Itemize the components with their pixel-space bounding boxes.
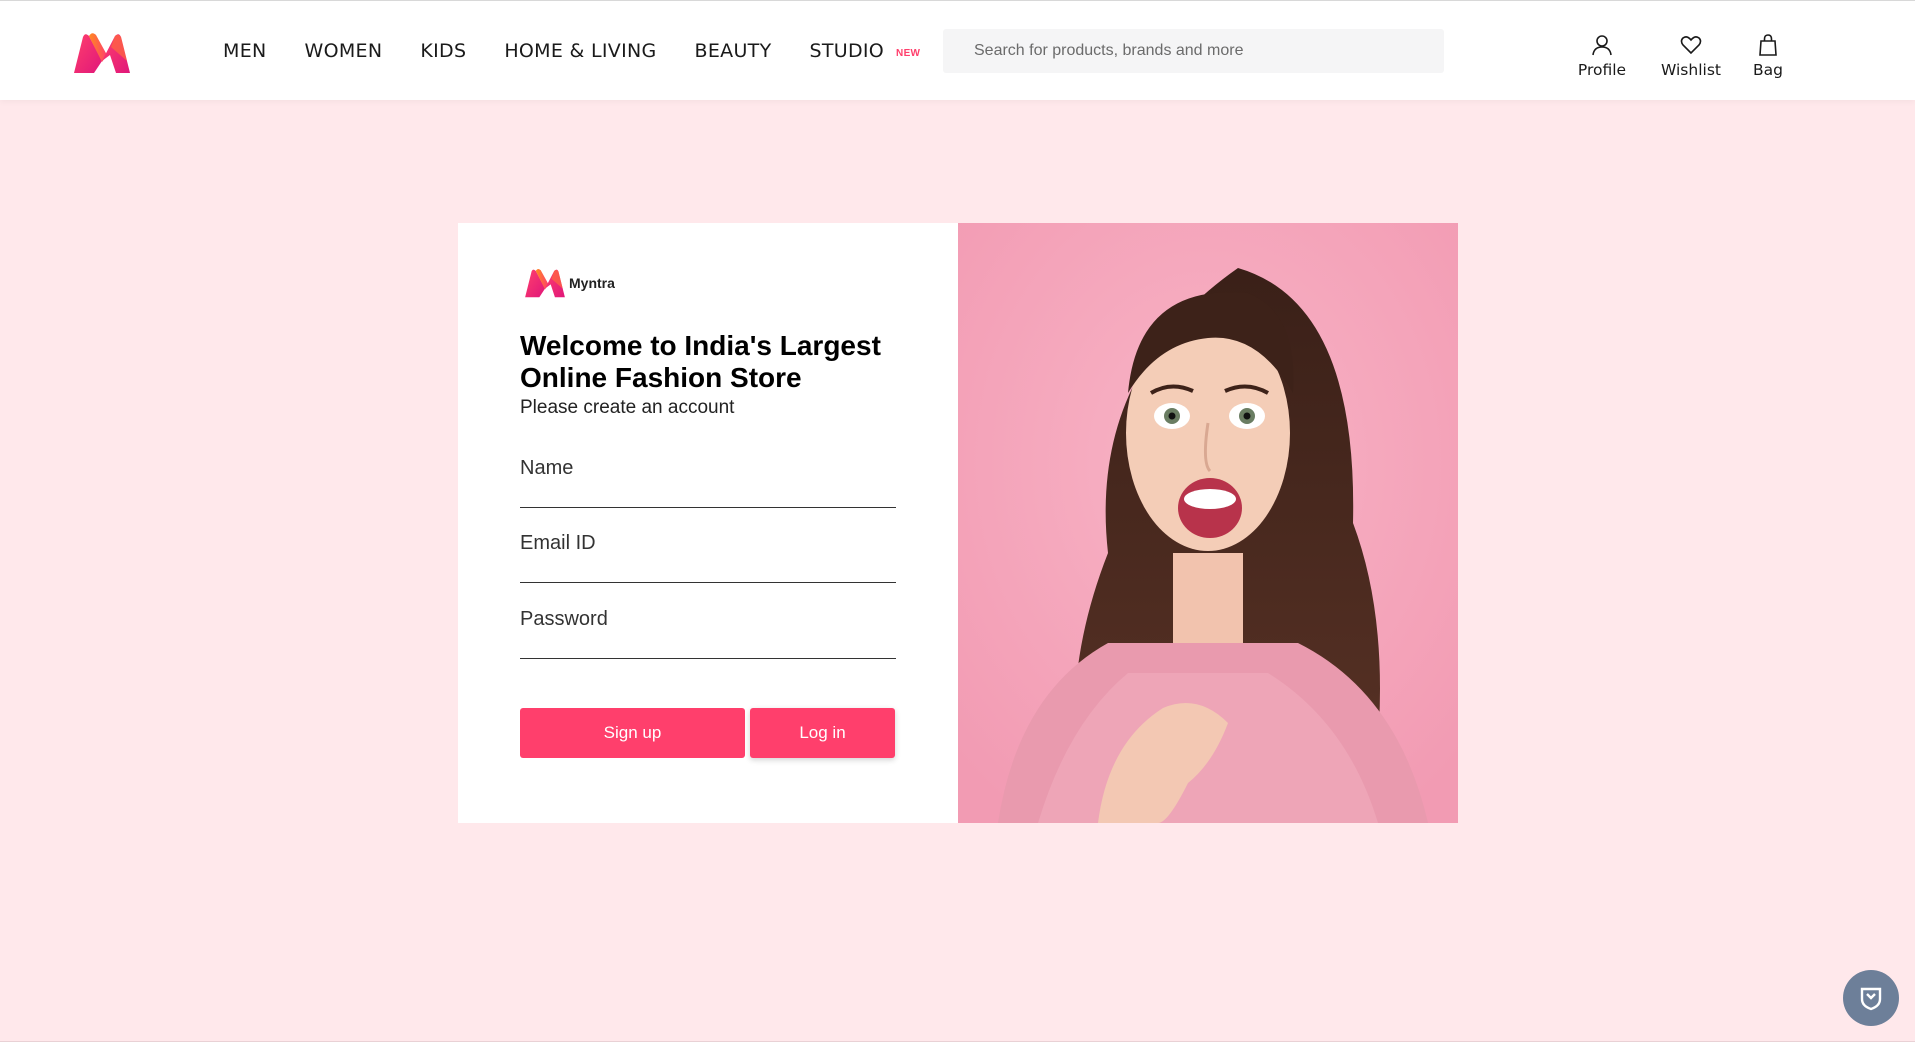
brand-name: Myntra <box>569 275 615 291</box>
nav-women[interactable]: WOMEN <box>305 40 383 62</box>
site-header: MEN WOMEN KIDS HOME & LIVING BEAUTY STUD… <box>0 1 1915 100</box>
page-subtitle: Please create an account <box>520 397 735 418</box>
new-badge: NEW <box>896 47 921 59</box>
security-widget-button[interactable] <box>1843 970 1899 1026</box>
profile-button[interactable]: Profile <box>1572 33 1632 79</box>
name-field <box>520 448 896 508</box>
page-title: Welcome to India's Largest Online Fashio… <box>520 330 881 393</box>
nav-kids[interactable]: KIDS <box>420 40 466 62</box>
search-box <box>943 29 1444 73</box>
password-input[interactable] <box>520 599 896 639</box>
name-input[interactable] <box>520 448 896 488</box>
profile-label: Profile <box>1577 61 1627 79</box>
signup-form-panel: Myntra Welcome to India's Largest Online… <box>458 223 958 823</box>
brand: Myntra <box>523 267 615 299</box>
signup-card: Myntra Welcome to India's Largest Online… <box>458 223 1458 823</box>
bag-button[interactable]: Bag <box>1745 33 1791 79</box>
excited-woman-illustration <box>958 223 1458 823</box>
signup-button[interactable]: Sign up <box>520 708 745 758</box>
email-field <box>520 523 896 583</box>
nav-beauty[interactable]: BEAUTY <box>695 40 772 62</box>
heart-icon <box>1680 36 1702 55</box>
wishlist-label: Wishlist <box>1661 61 1721 79</box>
main-nav: MEN WOMEN KIDS HOME & LIVING BEAUTY STUD… <box>223 1 920 100</box>
nav-home-living[interactable]: HOME & LIVING <box>504 40 656 62</box>
user-icon <box>1592 35 1612 56</box>
nav-studio-label: STUDIO <box>809 39 885 62</box>
nav-men[interactable]: MEN <box>223 40 267 62</box>
email-input[interactable] <box>520 523 896 563</box>
password-field <box>520 599 896 659</box>
nav-studio[interactable]: STUDIO NEW <box>809 40 920 62</box>
bag-label: Bag <box>1753 61 1783 79</box>
shopping-bag-icon <box>1759 34 1777 56</box>
login-button[interactable]: Log in <box>750 708 895 758</box>
wishlist-button[interactable]: Wishlist <box>1653 33 1729 79</box>
search-input[interactable] <box>943 29 1444 73</box>
myntra-logo-icon[interactable] <box>71 31 133 75</box>
hero-image <box>958 223 1458 823</box>
shield-icon <box>1860 987 1882 1011</box>
myntra-small-logo-icon <box>525 268 565 298</box>
